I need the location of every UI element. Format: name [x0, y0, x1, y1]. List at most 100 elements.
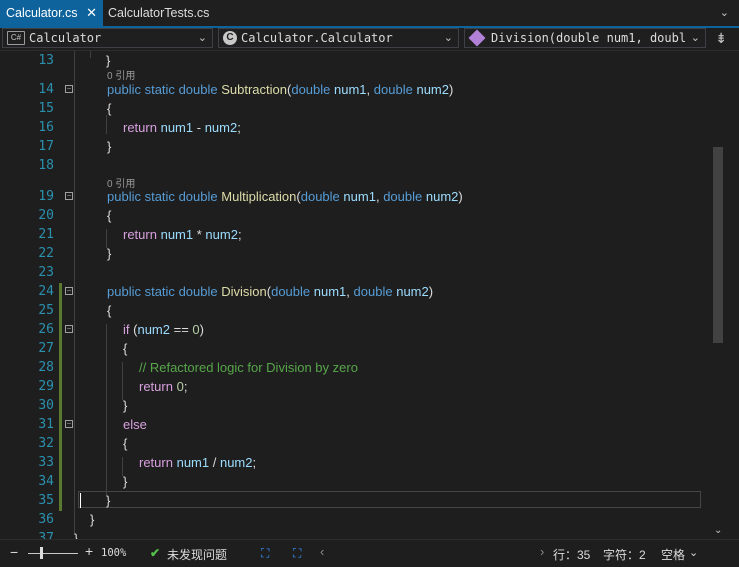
vertical-scrollbar[interactable]: ⌄: [713, 51, 723, 539]
class-icon: C: [223, 31, 237, 45]
collapse-icon[interactable]: −: [65, 420, 73, 428]
code-line: 18: [0, 156, 739, 175]
tab-calculator-cs[interactable]: Calculator.cs ✕: [0, 0, 103, 26]
code-line: 19 − public static double Multiplication…: [0, 187, 739, 206]
split-editor-icon[interactable]: ⇟: [715, 30, 727, 47]
line-number: 20: [38, 208, 54, 223]
chevron-down-icon[interactable]: ⌄: [720, 6, 729, 19]
collapse-icon[interactable]: −: [65, 325, 73, 333]
code-text: return 0;: [139, 379, 188, 394]
code-text: }: [107, 139, 112, 154]
chevron-down-icon: ⌄: [443, 32, 453, 44]
line-number: 32: [38, 436, 54, 451]
line-number: 36: [38, 512, 54, 527]
line-position[interactable]: 行：35: [553, 546, 590, 563]
line-number: 31: [38, 417, 54, 432]
code-line: 32 {: [0, 434, 739, 453]
line-number: 27: [38, 341, 54, 356]
code-line: 26 − if (num2 == 0): [0, 320, 739, 339]
collapse-icon[interactable]: −: [65, 192, 73, 200]
code-line: 37 }: [0, 529, 739, 539]
code-line: 15 {: [0, 99, 739, 118]
chevron-down-icon: ⌄: [690, 32, 700, 44]
code-line: 28 // Refactored logic for Division by z…: [0, 358, 739, 377]
code-line: 16 return num1 - num2;: [0, 118, 739, 137]
project-dropdown[interactable]: C# Calculator ⌄: [2, 28, 213, 48]
line-number: 28: [38, 360, 54, 375]
indent-mode[interactable]: 空格: [661, 546, 685, 563]
code-line: 17 }: [0, 137, 739, 156]
line-number: 15: [38, 101, 54, 116]
code-text: return num1 / num2;: [139, 455, 257, 470]
line-number: 34: [38, 474, 54, 489]
scrollbar-thumb[interactable]: [713, 147, 723, 343]
text-cursor: [80, 493, 81, 508]
code-text: {: [123, 341, 128, 356]
code-line: 29 return 0;: [0, 377, 739, 396]
status-bar: − + 100% ✔ 未发现问题 ⛶ ⛶ ‹ › 行：35 字符：2 空格 ⌄: [0, 539, 739, 567]
tab-label: Calculator.cs: [6, 6, 78, 20]
line-number: 33: [38, 455, 54, 470]
line-number: 35: [38, 493, 54, 508]
collapse-icon[interactable]: −: [65, 287, 73, 295]
code-line: 36 }: [0, 510, 739, 529]
code-text: }: [123, 398, 128, 413]
code-text: }: [106, 493, 111, 508]
class-dropdown[interactable]: C Calculator.Calculator ⌄: [218, 28, 459, 48]
code-text: return num1 - num2;: [123, 120, 241, 135]
tab-label: CalculatorTests.cs: [108, 6, 210, 20]
line-number: 23: [38, 265, 54, 280]
code-line: 30 }: [0, 396, 739, 415]
code-text: public static double Subtraction(double …: [107, 82, 454, 97]
code-line: 23: [0, 263, 739, 282]
chevron-down-icon[interactable]: ⌄: [689, 546, 698, 559]
char-position[interactable]: 字符：2: [603, 546, 646, 563]
collapse-icon[interactable]: −: [65, 85, 73, 93]
line-number: 22: [38, 246, 54, 261]
code-text: public static double Multiplication(doub…: [107, 189, 463, 204]
code-text: if (num2 == 0): [123, 322, 204, 337]
code-text: public static double Division(double num…: [107, 284, 434, 299]
tab-bar: Calculator.cs ✕ CalculatorTests.cs ⌄: [0, 0, 739, 26]
line-number: 29: [38, 379, 54, 394]
zoom-out-icon[interactable]: −: [10, 544, 18, 560]
line-number: 26: [38, 322, 54, 337]
code-line: 25 {: [0, 301, 739, 320]
chevron-down-icon: ⌄: [197, 32, 207, 44]
line-number: 21: [38, 227, 54, 242]
zoom-level[interactable]: 100%: [101, 547, 126, 559]
line-number: 13: [38, 53, 54, 68]
zoom-in-icon[interactable]: +: [85, 543, 93, 559]
code-text: }: [90, 512, 95, 527]
code-text: {: [123, 436, 128, 451]
code-text: {: [107, 101, 112, 116]
brush-icon[interactable]: ⛶: [261, 546, 269, 561]
line-number: 37: [38, 531, 54, 539]
line-number: 17: [38, 139, 54, 154]
class-dropdown-value: Calculator.Calculator: [241, 31, 393, 45]
chevron-left-icon[interactable]: ‹: [320, 544, 324, 559]
code-line: 14 − public static double Subtraction(do…: [0, 80, 739, 99]
code-text: {: [107, 208, 112, 223]
code-line: 35 }: [0, 491, 739, 510]
line-number: 19: [38, 189, 54, 204]
member-dropdown[interactable]: Division(double num1, double ⌄: [464, 28, 706, 48]
member-dropdown-value: Division(double num1, double: [491, 31, 685, 45]
code-text: }: [74, 531, 79, 539]
line-number: 14: [38, 82, 54, 97]
code-line: 34 }: [0, 472, 739, 491]
zoom-slider-thumb[interactable]: [40, 547, 43, 559]
method-icon: [468, 29, 486, 47]
chevron-right-icon[interactable]: ›: [540, 544, 544, 559]
line-number: 24: [38, 284, 54, 299]
close-icon[interactable]: ✕: [86, 5, 97, 21]
code-text: {: [107, 303, 112, 318]
issues-status[interactable]: 未发现问题: [167, 546, 227, 563]
zoom-slider[interactable]: [28, 553, 78, 554]
line-number: 16: [38, 120, 54, 135]
code-editor[interactable]: 13 } 0 引用 14 − public static double Subt…: [0, 51, 739, 539]
line-number: 18: [38, 158, 54, 173]
chevron-down-icon[interactable]: ⌄: [714, 525, 722, 536]
code-cleanup-icon[interactable]: ⛶: [293, 546, 301, 561]
tab-calculatortests-cs[interactable]: CalculatorTests.cs: [103, 0, 213, 26]
